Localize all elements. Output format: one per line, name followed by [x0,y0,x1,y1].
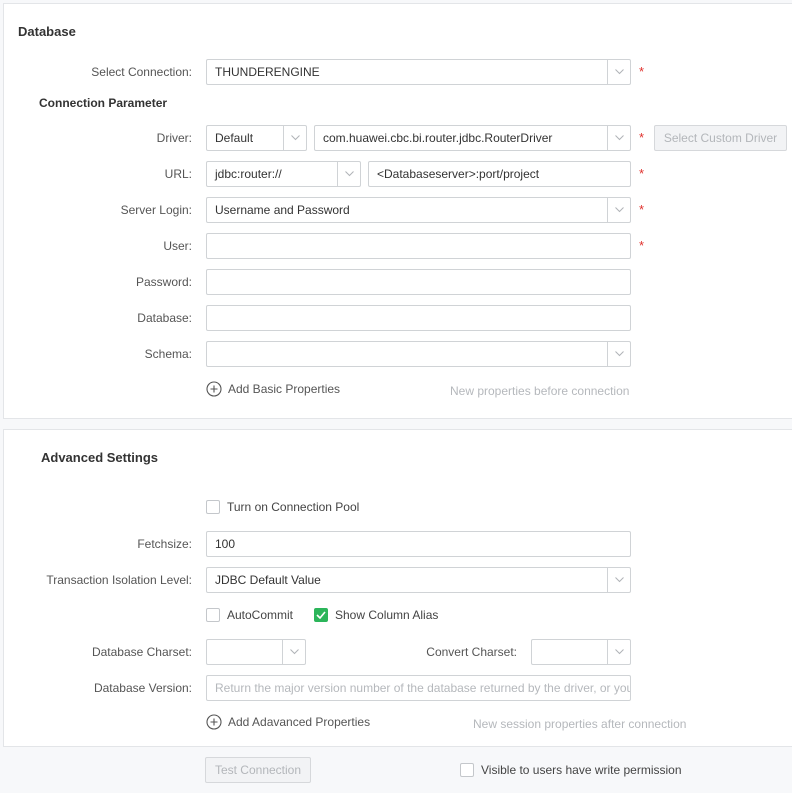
plus-circle-icon [206,714,222,730]
password-label: Password: [135,275,192,289]
select-connection-dropdown[interactable]: THUNDERENGINE [206,59,631,85]
database-version-field[interactable] [215,676,630,700]
advanced-settings-title: Advanced Settings [41,450,159,465]
fetchsize-input[interactable]: 100 [206,531,631,557]
show-column-alias-label: Show Column Alias [335,608,439,622]
connection-parameter-title: Connection Parameter [39,96,168,110]
chevron-down-icon[interactable] [607,60,630,84]
convert-charset-label: Convert Charset: [426,645,517,659]
select-custom-driver-button[interactable]: Select Custom Driver [654,125,787,151]
add-advanced-properties-button[interactable]: Add Adavanced Properties [206,714,370,730]
add-advanced-properties-label: Add Adavanced Properties [228,715,371,729]
url-value: <Databaseserver>:port/project [377,167,540,181]
password-input[interactable] [206,269,631,295]
chevron-down-icon[interactable] [607,342,630,366]
url-label: URL: [164,167,192,181]
chevron-down-icon[interactable] [607,640,630,664]
show-column-alias-checkbox[interactable]: Show Column Alias [314,608,438,622]
select-connection-label: Select Connection: [91,65,192,79]
required-mark: * [639,64,645,79]
server-login-value: Username and Password [215,203,350,217]
driver-type-dropdown[interactable]: Default [206,125,307,151]
add-basic-hint: New properties before connection [450,384,630,398]
convert-charset-dropdown[interactable] [531,639,631,665]
password-field[interactable] [215,270,630,294]
chevron-down-icon[interactable] [283,126,306,150]
required-mark: * [639,166,645,181]
add-advanced-hint: New session properties after connection [473,717,687,731]
checkmark-icon [316,611,326,619]
driver-class-dropdown[interactable]: com.huawei.cbc.bi.router.jdbc.RouterDriv… [314,125,631,151]
required-mark: * [639,130,645,145]
url-prefix-dropdown[interactable]: jdbc:router:// [206,161,361,187]
isolation-level-value: JDBC Default Value [215,573,321,587]
advanced-settings-panel: Advanced Settings Turn on Connection Poo… [3,429,792,747]
autocommit-checkbox[interactable]: AutoCommit [206,608,293,622]
schema-dropdown[interactable] [206,341,631,367]
database-charset-dropdown[interactable] [206,639,306,665]
driver-type-value: Default [215,131,254,145]
driver-class-value: com.huawei.cbc.bi.router.jdbc.RouterDriv… [323,131,553,145]
user-input[interactable] [206,233,631,259]
checkbox-box[interactable] [206,608,220,622]
schema-label: Schema: [144,347,192,361]
chevron-down-icon[interactable] [607,568,630,592]
test-connection-button[interactable]: Test Connection [205,757,311,783]
visible-write-permission-label: Visible to users have write permission [481,763,682,777]
required-mark: * [639,238,645,253]
autocommit-label: AutoCommit [227,608,294,622]
user-label: User: [163,239,192,253]
database-field[interactable] [215,306,630,330]
checkbox-box[interactable] [206,500,220,514]
checkbox-box[interactable] [460,763,474,777]
database-version-label: Database Version: [93,681,192,695]
isolation-level-dropdown[interactable]: JDBC Default Value [206,567,631,593]
connection-pool-label: Turn on Connection Pool [227,500,360,514]
chevron-down-icon[interactable] [607,198,630,222]
database-label: Database: [137,311,192,325]
database-input[interactable] [206,305,631,331]
database-version-input[interactable] [206,675,631,701]
add-basic-properties-button[interactable]: Add Basic Properties [206,381,340,397]
driver-label: Driver: [156,131,192,145]
chevron-down-icon[interactable] [607,126,630,150]
fetchsize-label: Fetchsize: [137,537,192,551]
database-title: Database [18,24,76,39]
url-input[interactable]: <Databaseserver>:port/project [368,161,631,187]
connection-pool-checkbox[interactable]: Turn on Connection Pool [206,500,359,514]
user-field[interactable] [215,234,630,258]
required-mark: * [639,202,645,217]
fetchsize-value: 100 [215,537,236,551]
plus-circle-icon [206,381,222,397]
visible-write-permission-checkbox[interactable]: Visible to users have write permission [460,763,682,777]
server-login-label: Server Login: [120,203,192,217]
add-basic-properties-label: Add Basic Properties [228,382,341,396]
url-prefix-value: jdbc:router:// [215,167,282,181]
server-login-dropdown[interactable]: Username and Password [206,197,631,223]
isolation-level-label: Transaction Isolation Level: [46,573,192,587]
database-panel: Database Select Connection: THUNDERENGIN… [3,3,792,419]
database-charset-label: Database Charset: [91,645,192,659]
chevron-down-icon[interactable] [282,640,305,664]
chevron-down-icon[interactable] [337,162,360,186]
select-connection-value: THUNDERENGINE [215,65,320,79]
checkbox-box[interactable] [314,608,328,622]
